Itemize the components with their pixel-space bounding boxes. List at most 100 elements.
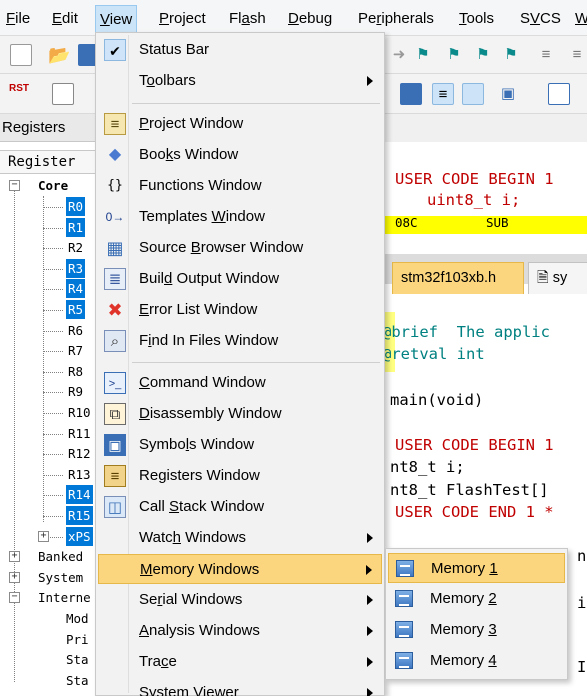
internal-item-row[interactable]: Mod	[0, 609, 96, 629]
menu-svcs[interactable]: SVCS	[520, 8, 561, 30]
menu-item-symbols-window[interactable]: ▣ Symbols Window	[98, 430, 382, 460]
tree-group-core[interactable]: Core	[0, 176, 96, 196]
menu-item-registers-window[interactable]: ≡ Registers Window	[98, 461, 382, 491]
register-row[interactable]: xPS +	[0, 526, 96, 547]
expand-xpsr-icon[interactable]: +	[38, 530, 49, 542]
bookmark-next-icon[interactable]: ⚑	[472, 44, 494, 66]
tree-group-label: System	[38, 569, 84, 585]
menu-item-label: Find In Files Window	[139, 332, 279, 349]
disassembly-toolbar-icon[interactable]	[400, 83, 422, 105]
internal-item-row[interactable]: Sta	[0, 671, 96, 691]
registers-window-icon: ≡	[104, 465, 126, 487]
register-name: R14	[66, 485, 93, 505]
open-folder-icon[interactable]: 📂	[48, 44, 70, 66]
menu-item-error-list-window[interactable]: ✖ Error List Window	[98, 295, 382, 325]
internal-item-row[interactable]: Pri	[0, 630, 96, 650]
tab-stm32f103xb[interactable]: stm32f103xb.h	[392, 262, 524, 294]
register-row[interactable]: R3	[0, 258, 96, 279]
run-icon[interactable]	[52, 83, 74, 105]
submenu-item-memory-3[interactable]: Memory 3	[388, 615, 565, 645]
code-line: USER CODE END 1 *	[395, 503, 554, 521]
menu-item-functions-window[interactable]: {} Functions Window	[98, 171, 382, 201]
indent-icon[interactable]: ≡	[535, 44, 557, 66]
tree-connector	[43, 310, 63, 311]
submenu-item-label: Memory 4	[430, 652, 497, 669]
reset-icon[interactable]: RST	[8, 83, 30, 105]
memory-toolbar-icon[interactable]	[548, 83, 570, 105]
tab-sy[interactable]: 🗎 sy	[528, 262, 587, 294]
menu-item-books-window[interactable]: ◆ Books Window	[98, 140, 382, 170]
menu-tools[interactable]: Tools	[459, 8, 494, 30]
register-row[interactable]: R6	[0, 321, 96, 341]
menu-item-call-stack-window[interactable]: ◫ Call Stack Window	[98, 492, 382, 522]
menu-item-watch-windows[interactable]: Watch Windows	[98, 523, 382, 553]
menu-item-memory-windows[interactable]: Memory Windows	[98, 554, 382, 584]
collapse-group-icon[interactable]: −	[9, 592, 20, 604]
menu-item-disassembly-window[interactable]: ⧉ Disassembly Window	[98, 399, 382, 429]
menu-item-label: Templates Window	[139, 208, 265, 225]
menu-item-status-bar[interactable]: ✔ Status Bar	[98, 35, 382, 65]
menu-item-templates-window[interactable]: 0→ Templates Window	[98, 202, 382, 232]
menubar: File Edit View Project Flash Debug Perip…	[0, 0, 587, 36]
watch-toolbar-icon[interactable]: ▣	[497, 83, 519, 105]
register-row[interactable]: R4	[0, 279, 96, 299]
register-row[interactable]: R12	[0, 444, 96, 464]
register-row[interactable]: R9	[0, 382, 96, 402]
menu-item-system-viewer[interactable]: System Viewer	[98, 678, 382, 696]
menu-item-serial-windows[interactable]: Serial Windows	[98, 585, 382, 615]
submenu-item-memory-4[interactable]: Memory 4	[388, 646, 565, 676]
new-file-icon[interactable]	[10, 44, 32, 66]
bookmark-clear-icon[interactable]: ⚑	[500, 44, 522, 66]
submenu-item-memory-2[interactable]: Memory 2	[388, 584, 565, 614]
internal-item-row[interactable]: Sec	[0, 691, 96, 696]
tree-group-system[interactable]: + System	[0, 568, 96, 588]
menu-debug[interactable]: Debug	[288, 8, 332, 30]
code-line: @brief The applic	[382, 323, 550, 341]
register-row[interactable]: R7	[0, 341, 96, 361]
menu-item-analysis-windows[interactable]: Analysis Windows	[98, 616, 382, 646]
register-row[interactable]: R1	[0, 217, 96, 238]
register-name: R10	[68, 405, 91, 420]
menu-item-command-window[interactable]: >_ Command Window	[98, 368, 382, 398]
tree-group-interne[interactable]: − Interne	[0, 588, 96, 608]
menu-item-trace[interactable]: Trace	[98, 647, 382, 677]
menu-item-source-browser-window[interactable]: ▦ Source Browser Window	[98, 233, 382, 263]
register-row[interactable]: R13	[0, 465, 96, 485]
register-row[interactable]: R0	[0, 197, 96, 217]
expand-group-icon[interactable]: +	[9, 571, 20, 583]
register-row[interactable]: R11	[0, 424, 96, 444]
menu-view[interactable]: View	[95, 5, 138, 34]
menu-file[interactable]: File	[6, 8, 30, 30]
menu-item-find-in-files-window[interactable]: ⌕ Find In Files Window	[98, 326, 382, 356]
bookmark-prev-icon[interactable]: ⚑	[443, 44, 465, 66]
register-row[interactable]: R14	[0, 485, 96, 505]
find-in-files-icon: ⌕	[104, 330, 126, 352]
submenu-item-memory-1[interactable]: Memory 1	[388, 553, 565, 583]
menu-flash[interactable]: Flash	[229, 8, 266, 30]
bookmark-icon[interactable]: ⚑	[412, 44, 434, 66]
menu-item-label: Functions Window	[139, 177, 262, 194]
registers-toolbar-icon[interactable]: ≡	[432, 83, 454, 105]
outdent-icon[interactable]: ≡	[566, 44, 587, 66]
menu-item-label: Symbols Window	[139, 436, 255, 453]
register-row[interactable]: R15	[0, 506, 96, 526]
expand-group-icon[interactable]: +	[9, 551, 20, 563]
menu-item-toolbars[interactable]: Toolbars	[98, 66, 382, 96]
register-row[interactable]: R10	[0, 403, 96, 423]
register-row[interactable]: R5	[0, 300, 96, 320]
register-row[interactable]: R2	[0, 238, 96, 258]
menu-window[interactable]: W	[575, 8, 587, 30]
internal-item-row[interactable]: Sta	[0, 650, 96, 670]
register-column-header[interactable]: Register	[0, 150, 96, 174]
tree-connector	[43, 474, 63, 476]
register-row[interactable]: R8	[0, 362, 96, 382]
menu-item-project-window[interactable]: ≡ Project Window	[98, 109, 382, 139]
menu-edit[interactable]: Edit	[52, 8, 78, 30]
nav-forward-icon[interactable]: ➜	[388, 44, 410, 66]
menu-project[interactable]: Project	[159, 8, 206, 30]
menu-item-build-output-window[interactable]: ≣ Build Output Window	[98, 264, 382, 294]
submenu-arrow-icon	[367, 533, 373, 543]
call-stack-toolbar-icon[interactable]	[462, 83, 484, 105]
menu-peripherals[interactable]: Peripherals	[358, 8, 434, 30]
tree-group-banked[interactable]: + Banked	[0, 547, 96, 567]
